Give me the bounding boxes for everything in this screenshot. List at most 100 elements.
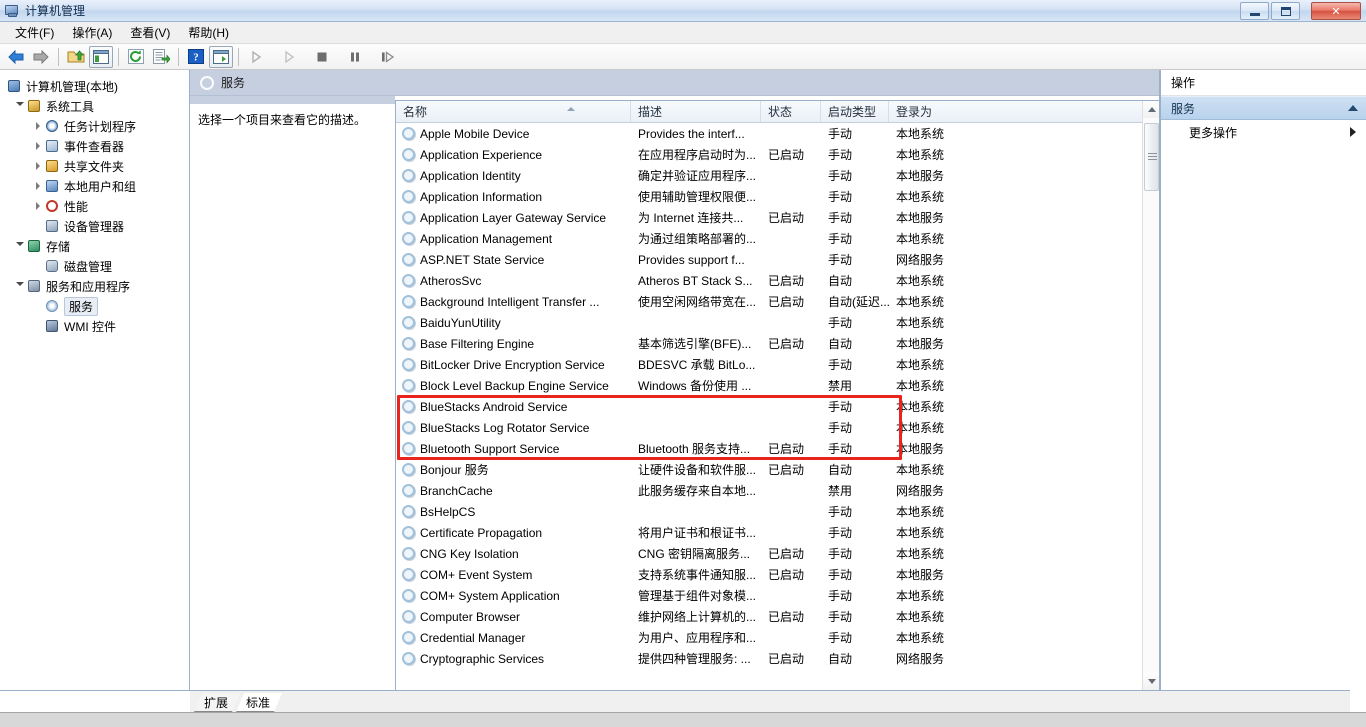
sidebar-item-storage[interactable]: 存储	[0, 236, 189, 256]
cell-logon: 本地服务	[896, 337, 945, 351]
column-header-status[interactable]: 状态	[761, 101, 821, 122]
tab-extended[interactable]: 扩展	[194, 693, 240, 712]
services-gear-icon	[44, 298, 60, 314]
sidebar-item-services[interactable]: 服务	[0, 296, 189, 316]
scroll-thumb[interactable]	[1144, 123, 1159, 191]
title-bar-left: 计算机管理	[5, 2, 85, 19]
table-row[interactable]: Application Experience 在应用程序启动时为... 已启动 手动 本…	[396, 144, 1159, 165]
forward-arrow-icon[interactable]	[29, 46, 53, 68]
properties-icon[interactable]	[209, 45, 233, 68]
twisty-collapsed-icon[interactable]	[32, 162, 44, 170]
services-list-view[interactable]: 名称 描述 状态 启动类型 登录为 Apple Mobile Device Pro…	[395, 100, 1159, 690]
twisty-collapsed-icon[interactable]	[32, 122, 44, 130]
table-row[interactable]: BlueStacks Android Service 手动 本地系统	[396, 396, 1159, 417]
cell-startup: 手动	[828, 505, 853, 519]
service-gear-icon	[402, 295, 415, 308]
sidebar-item-device-manager[interactable]: 设备管理器	[0, 216, 189, 236]
menu-action[interactable]: 操作(A)	[63, 22, 121, 43]
table-row[interactable]: BsHelpCS 手动 本地系统	[396, 501, 1159, 522]
console-tree[interactable]: 计算机管理(本地) 系统工具 任务计划程序 事件查看器 共享文件夹 本地用户和组…	[0, 70, 190, 690]
cell-desc: 为用户、应用程序和...	[638, 631, 757, 645]
cell-name: Certificate Propagation	[396, 526, 631, 540]
menu-help[interactable]: 帮助(H)	[179, 22, 238, 43]
twisty-open-icon[interactable]	[14, 282, 26, 290]
sidebar-item-system-tools[interactable]: 系统工具	[0, 96, 189, 116]
table-row[interactable]: Application Information 使用辅助管理权限便... 手动 本地系…	[396, 186, 1159, 207]
twisty-open-icon[interactable]	[14, 242, 26, 250]
table-row[interactable]: Block Level Backup Engine Service Windows…	[396, 375, 1159, 396]
table-row[interactable]: BaiduYunUtility 手动 本地系统	[396, 312, 1159, 333]
back-arrow-icon[interactable]	[4, 46, 28, 68]
sidebar-item-wmi-control[interactable]: WMI 控件	[0, 316, 189, 336]
sidebar-item-shared-folders[interactable]: 共享文件夹	[0, 156, 189, 176]
cell-logon: 网络服务	[896, 652, 945, 666]
table-row[interactable]: Cryptographic Services 提供四种管理服务: ... 已启动 自动…	[396, 648, 1159, 669]
service-name-label: Application Information	[420, 189, 543, 204]
help-icon[interactable]: ?	[184, 46, 208, 68]
cell-startup: 手动	[828, 169, 853, 183]
column-header-log-on-as[interactable]: 登录为	[889, 101, 1119, 122]
service-gear-icon	[402, 589, 415, 602]
twisty-collapsed-icon[interactable]	[32, 202, 44, 210]
table-row[interactable]: Certificate Propagation 将用户证书和根证书... 手动 本地系…	[396, 522, 1159, 543]
center-body: 选择一个项目来查看它的描述。 名称 描述 状态 启动类型 登录为 Apple M…	[190, 96, 1159, 690]
sidebar-item-event-viewer[interactable]: 事件查看器	[0, 136, 189, 156]
action-label: 更多操作	[1189, 125, 1238, 140]
show-tree-icon[interactable]	[89, 45, 113, 68]
chevron-up-icon[interactable]	[1348, 105, 1358, 111]
actions-title: 操作	[1161, 70, 1366, 96]
table-row[interactable]: CNG Key Isolation CNG 密钥隔离服务... 已启动 手动 本地系统	[396, 543, 1159, 564]
export-list-icon[interactable]	[149, 46, 173, 68]
minimize-button[interactable]	[1240, 2, 1269, 20]
tab-standard[interactable]: 标准	[236, 693, 282, 712]
scroll-up-icon[interactable]	[1143, 101, 1159, 118]
table-row[interactable]: Application Identity 确定并验证应用程序... 手动 本地服务	[396, 165, 1159, 186]
table-row[interactable]: COM+ Event System 支持系统事件通知服... 已启动 手动 本地服务	[396, 564, 1159, 585]
sidebar-item-services-and-applications[interactable]: 服务和应用程序	[0, 276, 189, 296]
list-rows-container[interactable]: Apple Mobile Device Provides the interf..…	[396, 123, 1159, 690]
action-more-actions[interactable]: 更多操作	[1161, 120, 1366, 144]
column-header-name[interactable]: 名称	[396, 101, 631, 122]
twisty-open-icon[interactable]	[14, 102, 26, 110]
service-gear-icon	[402, 169, 415, 182]
column-header-startup-type[interactable]: 启动类型	[821, 101, 889, 122]
table-row[interactable]: BlueStacks Log Rotator Service 手动 本地系统	[396, 417, 1159, 438]
service-gear-icon	[402, 547, 415, 560]
refresh-icon[interactable]	[124, 46, 148, 68]
maximize-button[interactable]	[1271, 2, 1300, 20]
table-row[interactable]: AtherosSvc Atheros BT Stack S... 已启动 自动 本地系统	[396, 270, 1159, 291]
table-row[interactable]: BranchCache 此服务缓存来自本地... 禁用 网络服务	[396, 480, 1159, 501]
table-row[interactable]: Application Layer Gateway Service 为 Inter…	[396, 207, 1159, 228]
sidebar-item-performance[interactable]: 性能	[0, 196, 189, 216]
table-row[interactable]: Bluetooth Support Service Bluetooth 服务支持.…	[396, 438, 1159, 459]
list-header-row: 名称 描述 状态 启动类型 登录为	[396, 101, 1159, 123]
scroll-down-icon[interactable]	[1143, 673, 1159, 690]
table-row[interactable]: COM+ System Application 管理基于组件对象模... 手动 本地系…	[396, 585, 1159, 606]
table-row[interactable]: ASP.NET State Service Provides support f.…	[396, 249, 1159, 270]
menu-file[interactable]: 文件(F)	[6, 22, 63, 43]
sidebar-item-local-users-groups[interactable]: 本地用户和组	[0, 176, 189, 196]
cell-desc: Atheros BT Stack S...	[638, 273, 753, 288]
close-button[interactable]: ✕	[1311, 2, 1361, 20]
menu-view[interactable]: 查看(V)	[121, 22, 179, 43]
sidebar-item-disk-management[interactable]: 磁盘管理	[0, 256, 189, 276]
column-header-description[interactable]: 描述	[631, 101, 761, 122]
table-row[interactable]: Background Intelligent Transfer ... 使用空闲网…	[396, 291, 1159, 312]
list-vertical-scrollbar[interactable]	[1142, 101, 1159, 690]
actions-group-services[interactable]: 服务	[1161, 96, 1366, 120]
tree-root-computer-management[interactable]: 计算机管理(本地)	[0, 76, 189, 96]
sidebar-item-task-scheduler[interactable]: 任务计划程序	[0, 116, 189, 136]
cell-startup: 手动	[828, 211, 853, 225]
up-folder-icon[interactable]	[64, 46, 88, 68]
table-row[interactable]: Bonjour 服务 让硬件设备和软件服... 已启动 自动 本地系统	[396, 459, 1159, 480]
table-row[interactable]: Computer Browser 维护网络上计算机的... 已启动 手动 本地系统	[396, 606, 1159, 627]
table-row[interactable]: BitLocker Drive Encryption Service BDESVC…	[396, 354, 1159, 375]
table-row[interactable]: Credential Manager 为用户、应用程序和... 手动 本地系统	[396, 627, 1159, 648]
table-row[interactable]: Application Management 为通过组策略部署的... 手动 本地系统	[396, 228, 1159, 249]
twisty-collapsed-icon[interactable]	[32, 142, 44, 150]
table-row[interactable]: Base Filtering Engine 基本筛选引擎(BFE)... 已启动 自动…	[396, 333, 1159, 354]
table-row[interactable]: Apple Mobile Device Provides the interf..…	[396, 123, 1159, 144]
twisty-collapsed-icon[interactable]	[32, 182, 44, 190]
service-gear-icon	[402, 190, 415, 203]
cell-startup: 手动	[828, 442, 853, 456]
